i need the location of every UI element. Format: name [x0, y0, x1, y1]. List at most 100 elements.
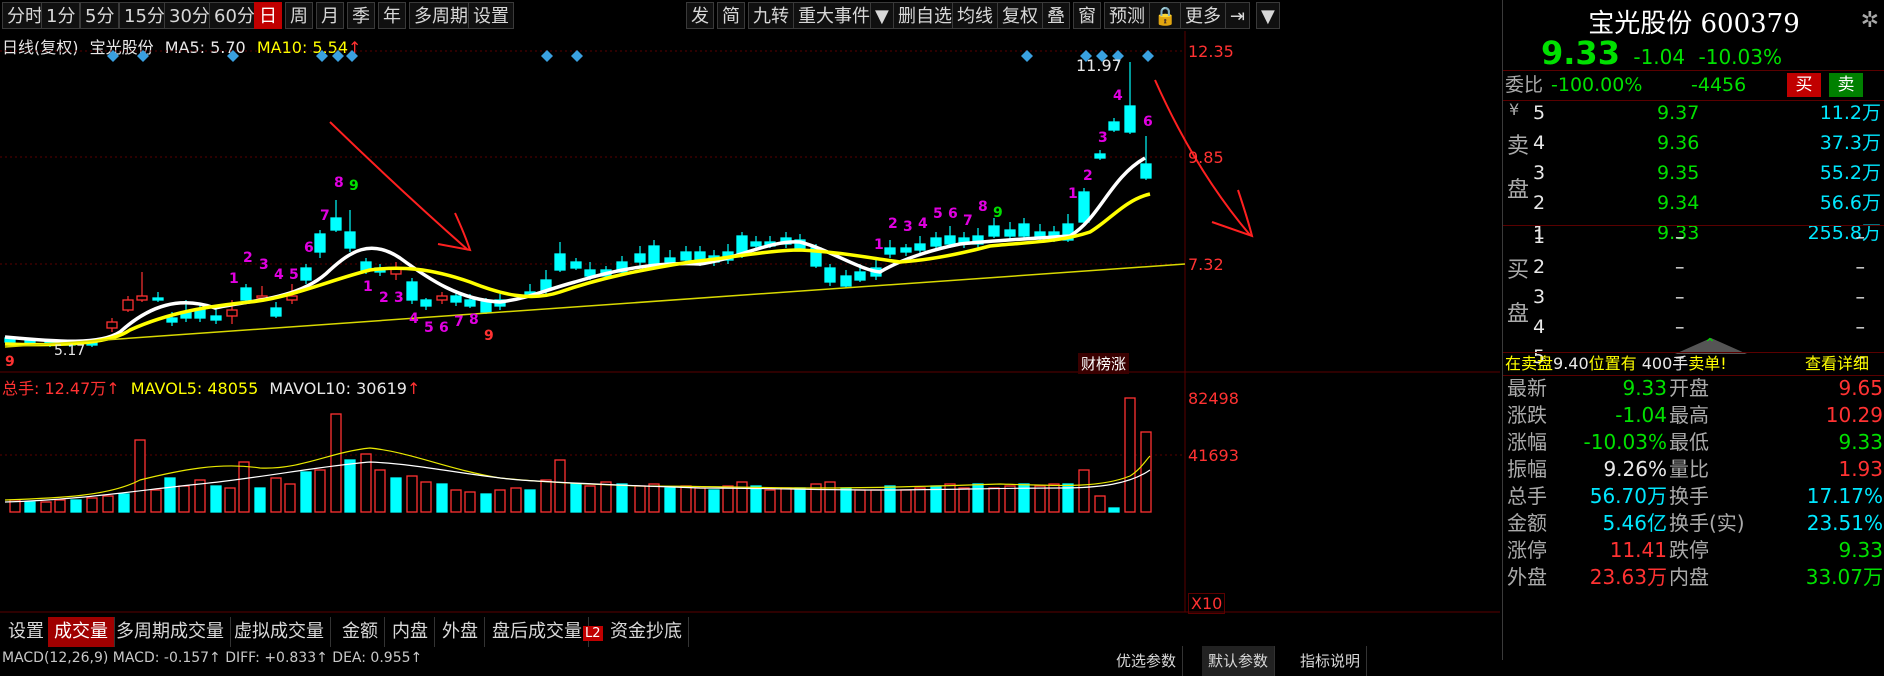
indicator-tab-1[interactable]: 成交量 [48, 617, 115, 647]
total-volume-trend-arrow: ↑ [106, 379, 120, 398]
volume-bar [238, 461, 250, 513]
candle-body [166, 317, 178, 323]
signal-diamond-icon[interactable] [227, 50, 239, 62]
ask-row[interactable]: 3 9.35 55.2万 [1503, 158, 1884, 188]
annotation-arrow-left-head [437, 212, 472, 252]
candle-body [300, 267, 312, 281]
volume-bar [436, 483, 448, 513]
volume-bar [420, 481, 432, 513]
candle-body [840, 275, 852, 287]
indicator-tab-0[interactable]: 设置 [2, 617, 51, 647]
candle-body [1094, 153, 1106, 159]
bid-row[interactable]: 3 – – [1503, 282, 1884, 312]
signal-diamond-icon[interactable] [1142, 50, 1154, 62]
candle-body [270, 307, 282, 317]
signal-diamond-icon[interactable] [316, 50, 328, 62]
gear-icon[interactable]: ✲ [1861, 8, 1879, 33]
volume-bar [708, 489, 720, 513]
volume-bar [118, 493, 130, 513]
candle-body [286, 295, 298, 301]
chevron-up-icon[interactable]: ⌃ [1704, 336, 1716, 352]
indicator-tab-7[interactable]: 盘后成交量 [486, 617, 589, 647]
volume-bar [824, 481, 836, 513]
nine-turn-label: 9 [349, 178, 359, 194]
weibi-label: 委比 [1505, 74, 1544, 96]
param-tab-2[interactable]: 指标说明 [1294, 646, 1368, 676]
volume-bar [224, 487, 236, 513]
indicator-tab-4[interactable]: 金额 [336, 617, 385, 647]
ask-volume: 55.2万 [1819, 162, 1881, 184]
volume-bar [972, 483, 984, 513]
view-details-link[interactable]: 查看详细 [1805, 353, 1869, 375]
indicator-tab-5[interactable]: 内盘 [386, 617, 435, 647]
param-tab-0[interactable]: 优选参数 [1110, 646, 1184, 676]
volume-bar [464, 491, 476, 513]
low-price-label: 5.17 [54, 343, 86, 359]
macd-info: MACD(12,26,9) MACD: -0.157↑ DIFF: +0.833… [2, 650, 423, 666]
indicator-tab-2[interactable]: 多周期成交量 [110, 617, 231, 647]
volume-bar [750, 485, 762, 513]
bid-level: 4 [1533, 316, 1546, 338]
bid-row[interactable]: 1 – – [1503, 222, 1884, 252]
volume-bar [616, 483, 628, 513]
volume-bar [134, 439, 146, 513]
nine-turn-label: 1 [1068, 186, 1078, 202]
ask-row[interactable]: 4 9.36 37.3万 [1503, 128, 1884, 158]
stat-value: 56.70万 [1589, 484, 1667, 508]
buy-button[interactable]: 买 [1787, 73, 1821, 97]
event-tag[interactable]: 财榜涨 [1078, 353, 1130, 374]
ask-price: 9.36 [1657, 132, 1700, 154]
volume-bar [70, 499, 82, 513]
candle-body [854, 271, 866, 281]
nine-turn-label: 2 [379, 290, 389, 306]
ask-row[interactable]: 5 9.37 11.2万 [1503, 98, 1884, 128]
signal-diamond-icon[interactable] [571, 50, 583, 62]
indicator-tab-3[interactable]: 虚拟成交量 [228, 617, 331, 647]
notice-price: 9.40 [1553, 354, 1589, 373]
bid-row[interactable]: 2 – – [1503, 252, 1884, 282]
stat-row: 振幅 9.26% 量比 1.93 [1503, 456, 1884, 483]
price-axis-mid: 9.85 [1188, 148, 1224, 167]
indicator-tab-8[interactable]: 资金抄底 [604, 617, 689, 647]
volume-bar [722, 485, 734, 513]
signal-diamond-icon[interactable] [541, 50, 553, 62]
signal-diamond-icon[interactable] [1021, 50, 1033, 62]
stat-label: 总手 [1507, 484, 1547, 508]
signal-diamond-icon[interactable] [137, 50, 149, 62]
nine-turn-label: 1 [229, 271, 239, 287]
candle-body [420, 299, 432, 307]
stat-value: 9.65 [1838, 376, 1883, 400]
volume-bar [164, 477, 176, 513]
kline-chart[interactable]: 12 34 5678 912 345 6 7 8912 3 45 6 78 9123469 [0, 0, 1500, 660]
signal-diamond-icon[interactable] [107, 50, 119, 62]
nine-turn-label: 4 [918, 216, 928, 232]
stat-value: 1.93 [1838, 457, 1883, 481]
notice-mid: 位置有 [1588, 354, 1637, 373]
candle-body [226, 309, 238, 317]
ask-row[interactable]: 2 9.34 56.6万 [1503, 188, 1884, 218]
indicator-tab-6[interactable]: 外盘 [436, 617, 485, 647]
sell-button[interactable]: 卖 [1829, 73, 1863, 97]
notice-prefix: 在卖盘 [1505, 354, 1554, 373]
signal-diamond-icon[interactable] [346, 50, 358, 62]
ask-volume: 11.2万 [1819, 102, 1881, 124]
stat-label: 量比 [1669, 457, 1709, 481]
bid-price: – [1675, 226, 1685, 248]
nine-turn-label: 7 [963, 213, 973, 229]
total-volume-label: 总手: 12.47万 [2, 379, 107, 398]
stat-label: 换手(实) [1669, 511, 1745, 535]
ask-level: 2 [1533, 192, 1546, 214]
notice-qty: 400手 [1641, 354, 1689, 373]
stat-value: 33.07万 [1805, 565, 1883, 589]
nine-turn-label: 5 [933, 206, 943, 222]
stat-value: 23.51% [1806, 511, 1883, 535]
stat-label: 涨跌 [1507, 403, 1547, 427]
candle-body [210, 315, 222, 321]
nine-turn-label: 2 [888, 216, 898, 232]
candle-body [480, 301, 492, 313]
bid-price: – [1675, 286, 1685, 308]
price-axis-low: 7.32 [1188, 255, 1224, 274]
signal-diamond-icon[interactable] [332, 50, 344, 62]
param-tab-1[interactable]: 默认参数 [1202, 646, 1276, 676]
order-notice: 在卖盘9.40位置有 400手卖单! [1505, 353, 1727, 375]
